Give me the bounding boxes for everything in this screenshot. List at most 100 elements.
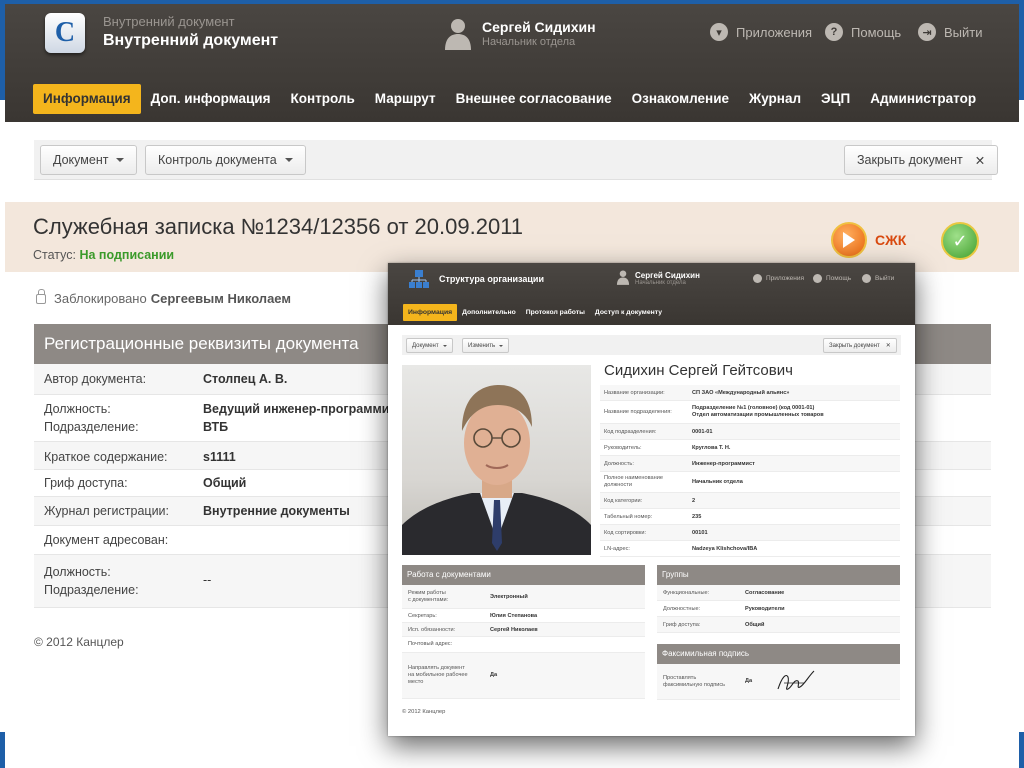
help-link[interactable]: ? Помощь <box>825 23 901 41</box>
tab-admin[interactable]: Администратор <box>860 84 986 114</box>
apps-link[interactable]: ▾ Приложения <box>710 23 812 41</box>
overlay-help-link[interactable]: Помощь <box>813 274 851 283</box>
document-menu-button[interactable]: Документ <box>40 145 138 175</box>
row-label: Режим работы <box>408 590 446 596</box>
groups-section-title: Группы <box>657 565 900 585</box>
close-document-button[interactable]: Закрыть документ ✕ <box>844 145 999 175</box>
tab-journal[interactable]: Журнал <box>739 84 811 114</box>
row-label: Название организации: <box>604 390 665 396</box>
row-value: Круглова Т. Н. <box>692 445 731 451</box>
row-label: Полное наименование <box>604 475 663 481</box>
tab-control[interactable]: Контроль <box>281 84 365 114</box>
tab-extra-info[interactable]: Доп. информация <box>141 84 281 114</box>
close-icon: ✕ <box>885 343 891 349</box>
row-label: Почтовый адрес: <box>408 641 453 647</box>
row-label: Автор документа: <box>44 372 147 386</box>
table-row: Исп. обязанности: Сергей Николаев <box>402 623 645 637</box>
row-value: Общий <box>203 476 247 490</box>
row-value: Электронный <box>490 594 528 600</box>
row-label: Код сортировки: <box>604 530 647 536</box>
row-value-2: Отдел автоматизации промышленных товаров <box>692 412 824 418</box>
row-value-2: ВТБ <box>203 420 229 434</box>
document-menu-label: Документ <box>53 153 109 167</box>
tab-familiarization[interactable]: Ознакомление <box>622 84 739 114</box>
chevron-down-icon <box>499 344 504 347</box>
control-menu-button[interactable]: Контроль документа <box>145 145 306 175</box>
app-title: Внутренний документ <box>103 32 279 49</box>
overlay-document-button[interactable]: Документ <box>406 338 453 353</box>
app-logo-icon[interactable]: C <box>45 13 85 53</box>
apps-link-label: Приложения <box>736 24 813 40</box>
sjk-button[interactable]: СЖК <box>831 222 906 258</box>
document-toolbar: Документ Контроль документа Закрыть доку… <box>34 140 999 180</box>
tab-route[interactable]: Маршрут <box>365 84 446 114</box>
row-label: Код категории: <box>604 498 643 504</box>
table-row: Почтовый адрес: <box>402 637 645 653</box>
row-value: Инженер-программист <box>692 461 755 467</box>
overlay-nav: Информация Дополнительно Протокол работы… <box>403 304 667 321</box>
overlay-tab-extra[interactable]: Дополнительно <box>457 304 521 321</box>
table-row: Название подразделения: Подразделение №1… <box>600 401 900 424</box>
row-value: Сергей Николаев <box>490 627 538 633</box>
table-row: LN-адрес: Nadzeya Klishchova/IBA <box>600 541 900 557</box>
lock-text: Заблокировано <box>54 291 147 306</box>
row-label: Должность: <box>604 461 634 467</box>
status-label: Статус: <box>33 248 76 262</box>
overlay-copyright: © 2012 Канцлер <box>402 709 446 715</box>
table-row: Код сортировки: 00101 <box>600 525 900 541</box>
overlay-change-button[interactable]: Изменить <box>462 338 510 353</box>
document-status: Статус: На подписании <box>33 248 174 262</box>
control-menu-label: Контроль документа <box>158 153 277 167</box>
lock-icon <box>36 288 46 304</box>
row-value: Nadzeya Klishchova/IBA <box>692 546 758 552</box>
sjk-label: СЖК <box>875 232 907 248</box>
overlay-tab-protocol[interactable]: Протокол работы <box>521 304 590 321</box>
profile-table: Название организации: СП ЗАО «Международ… <box>600 385 900 557</box>
tab-external-approval[interactable]: Внешнее согласование <box>446 84 622 114</box>
overlay-apps-link[interactable]: Приложения <box>753 274 804 283</box>
table-row: Должностные: Руководители <box>657 601 900 617</box>
row-label: Название подразделения: <box>604 409 672 415</box>
chevron-down-icon <box>116 158 125 162</box>
overlay-document-label: Документ <box>412 342 439 349</box>
user-name[interactable]: Сергей Сидихин <box>482 19 596 35</box>
overlay-logout-link[interactable]: Выйти <box>862 274 894 283</box>
row-label: Секретарь: <box>408 613 437 619</box>
table-row: Функциональные: Согласование <box>657 585 900 601</box>
row-value: Подразделение №1 (головное) (код 0001-01… <box>692 405 815 411</box>
row-value: 0001-01 <box>692 429 713 435</box>
overlay-tab-access[interactable]: Доступ к документу <box>590 304 667 321</box>
overlay-user-name[interactable]: Сергей Сидихин <box>635 271 700 280</box>
chevron-down-icon <box>284 158 293 162</box>
help-icon <box>813 274 822 283</box>
logout-link[interactable]: ⇥ Выйти <box>918 23 983 41</box>
row-label: Табельный номер: <box>604 514 653 520</box>
overlay-title: Структура организации <box>439 274 544 284</box>
checkmark-icon: ✓ <box>952 230 968 251</box>
row-value: 235 <box>692 514 702 520</box>
overlay-help-label: Помощь <box>826 275 852 282</box>
tab-eds[interactable]: ЭЦП <box>811 84 860 114</box>
overlay-tab-info[interactable]: Информация <box>403 304 458 321</box>
row-value: Ведущий инженер-программист <box>203 402 403 416</box>
row-value: Да <box>490 672 498 678</box>
table-row: Код категории: 2 <box>600 493 900 509</box>
table-row: Гриф доступа: Общий <box>657 617 900 633</box>
logout-icon: ⇥ <box>918 23 936 41</box>
row-label-2: Подразделение: <box>44 583 139 597</box>
overlay-close-button[interactable]: Закрыть документ ✕ <box>823 338 897 353</box>
row-label: LN-адрес: <box>604 546 630 552</box>
logout-link-label: Выйти <box>944 24 983 40</box>
row-label-3: место <box>408 679 424 685</box>
tab-info[interactable]: Информация <box>33 84 141 114</box>
row-label: Документ адресован: <box>44 533 169 547</box>
chevron-down-icon: ▾ <box>710 23 728 41</box>
row-label: Проставлять <box>663 675 697 681</box>
table-row: Секретарь: Юлия Степанова <box>402 609 645 623</box>
row-value: Руководители <box>745 606 785 612</box>
logout-icon <box>862 274 871 283</box>
approve-checkmark-button[interactable]: ✓ <box>941 222 979 260</box>
row-value: -- <box>203 573 212 587</box>
table-row: Руководитель: Круглова Т. Н. <box>600 440 900 456</box>
row-value: Да <box>745 678 753 684</box>
